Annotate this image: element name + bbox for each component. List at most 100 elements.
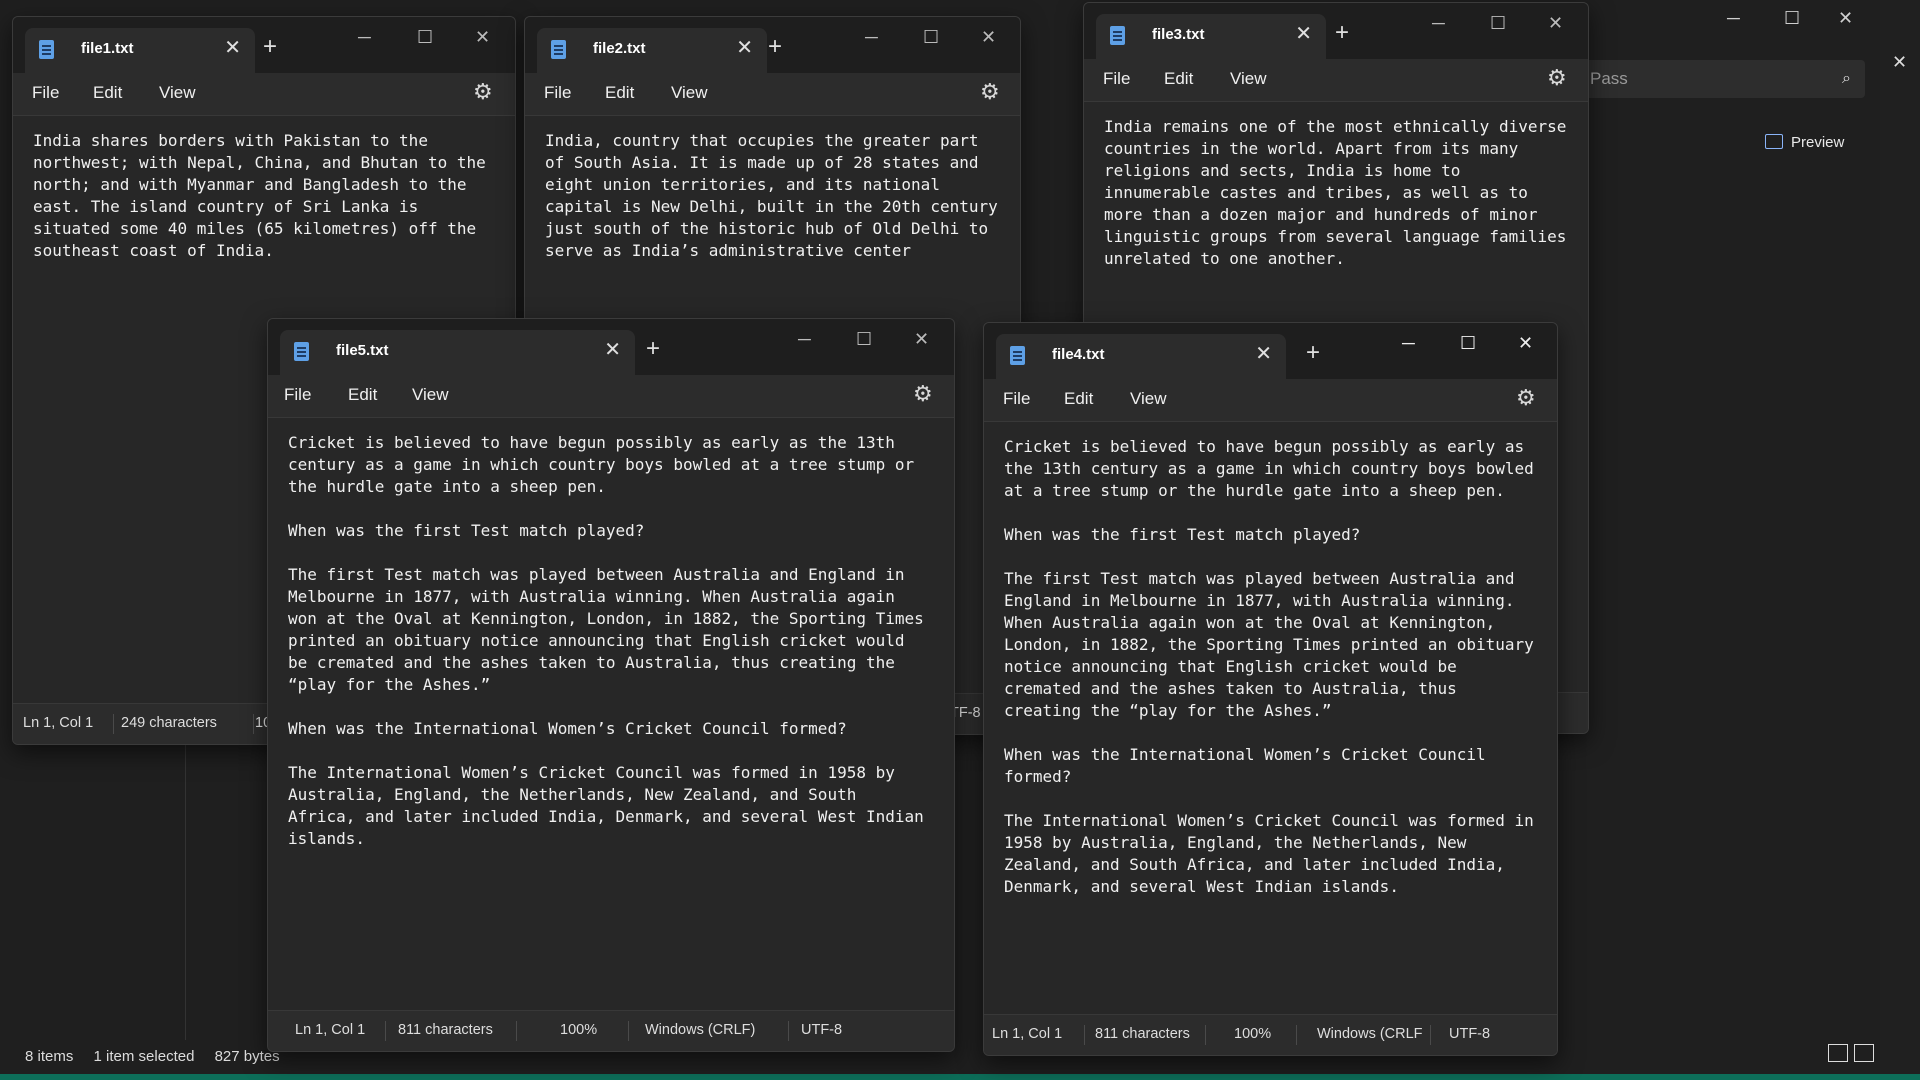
character-count: 249 characters — [121, 715, 217, 731]
encoding: UTF-8 — [1449, 1026, 1491, 1042]
menu-bar: File Edit View ⚙ — [984, 379, 1557, 421]
gear-icon[interactable]: ⚙ — [980, 79, 1000, 105]
menu-bar: File Edit View ⚙ — [1084, 59, 1588, 101]
close-tab-icon[interactable]: ✕ — [1255, 341, 1272, 366]
minimize-button[interactable]: ─ — [798, 329, 811, 350]
menu-edit[interactable]: Edit — [605, 83, 634, 103]
tab-title: file4.txt — [1052, 346, 1105, 363]
menu-file[interactable]: File — [284, 385, 311, 405]
document-text[interactable]: Cricket is believed to have begun possib… — [288, 432, 950, 850]
cursor-position: Ln 1, Col 1 — [295, 1022, 366, 1038]
status-divider — [1296, 1025, 1297, 1045]
line-ending: Windows (CRLF) — [645, 1022, 756, 1038]
new-tab-button[interactable]: + — [1335, 19, 1349, 47]
status-item-count: 8 items — [25, 1048, 74, 1065]
status-divider — [253, 714, 254, 734]
gear-icon[interactable]: ⚙ — [913, 381, 933, 407]
status-divider — [628, 1021, 629, 1041]
title-bar: file4.txt ✕ + ─ ☐ ✕ — [984, 323, 1557, 379]
notepad-icon — [39, 40, 54, 59]
preview-label: Preview — [1791, 134, 1845, 151]
tab-file3[interactable]: file3.txt ✕ — [1096, 14, 1326, 59]
menu-view[interactable]: View — [159, 83, 196, 103]
document-text[interactable]: Cricket is believed to have begun possib… — [1004, 436, 1553, 898]
tiles-view-icon[interactable] — [1854, 1044, 1874, 1062]
title-bar: file1.txt ✕ + ─ ☐ ✕ — [13, 17, 515, 73]
tab-title: file5.txt — [336, 342, 389, 359]
gear-icon[interactable]: ⚙ — [1547, 65, 1567, 91]
menu-view[interactable]: View — [671, 83, 708, 103]
maximize-button[interactable]: ☐ — [923, 27, 939, 48]
preview-pane-button[interactable]: Preview — [1765, 134, 1844, 151]
status-divider — [1205, 1025, 1206, 1045]
title-bar: file3.txt ✕ + ─ ☐ ✕ — [1084, 3, 1588, 59]
minimize-button[interactable]: ─ — [358, 27, 371, 48]
maximize-button[interactable]: ☐ — [1490, 13, 1506, 34]
zoom-level: 100% — [1234, 1026, 1272, 1042]
document-text[interactable]: India, country that occupies the greater… — [545, 130, 1016, 262]
close-icon[interactable]: ✕ — [1892, 52, 1907, 73]
menu-file[interactable]: File — [1003, 389, 1030, 409]
text-editor[interactable]: Cricket is believed to have begun possib… — [268, 417, 954, 1011]
maximize-button[interactable]: ☐ — [856, 329, 872, 350]
maximize-button[interactable]: ☐ — [417, 27, 433, 48]
menu-file[interactable]: File — [1103, 69, 1130, 89]
preview-icon — [1765, 134, 1783, 149]
new-tab-button[interactable]: + — [768, 33, 782, 61]
new-tab-button[interactable]: + — [1306, 339, 1320, 367]
tab-file4[interactable]: file4.txt ✕ — [996, 334, 1286, 379]
menu-edit[interactable]: Edit — [348, 385, 377, 405]
text-editor[interactable]: Cricket is believed to have begun possib… — [984, 421, 1557, 1015]
title-bar: file2.txt ✕ + ─ ☐ ✕ — [525, 17, 1020, 73]
tab-file2[interactable]: file2.txt ✕ — [537, 28, 767, 73]
menu-view[interactable]: View — [1130, 389, 1167, 409]
new-tab-button[interactable]: + — [263, 33, 277, 61]
menu-bar: File Edit View ⚙ — [13, 73, 515, 115]
encoding: UTF-8 — [801, 1022, 843, 1038]
document-text[interactable]: India remains one of the most ethnically… — [1104, 116, 1584, 270]
close-tab-icon[interactable]: ✕ — [224, 35, 241, 60]
menu-file[interactable]: File — [32, 83, 59, 103]
close-tab-icon[interactable]: ✕ — [736, 35, 753, 60]
menu-file[interactable]: File — [544, 83, 571, 103]
minimize-button[interactable]: ─ — [1402, 333, 1415, 354]
zoom-level: 100% — [560, 1022, 598, 1038]
explorer-close-button[interactable]: ✕ — [1838, 8, 1853, 29]
tab-file5[interactable]: file5.txt ✕ — [280, 330, 635, 375]
document-text[interactable]: India shares borders with Pakistan to th… — [33, 130, 511, 262]
new-tab-button[interactable]: + — [646, 335, 660, 363]
gear-icon[interactable]: ⚙ — [1516, 385, 1536, 411]
tab-title: file1.txt — [81, 40, 134, 57]
close-button[interactable]: ✕ — [475, 27, 490, 48]
menu-bar: File Edit View ⚙ — [525, 73, 1020, 115]
tab-file1[interactable]: file1.txt ✕ — [25, 28, 255, 73]
notepad-icon — [1110, 26, 1125, 45]
close-button[interactable]: ✕ — [981, 27, 996, 48]
close-tab-icon[interactable]: ✕ — [1295, 21, 1312, 46]
explorer-search-input[interactable]: Pass ⌕ — [1580, 60, 1865, 98]
menu-edit[interactable]: Edit — [1064, 389, 1093, 409]
gear-icon[interactable]: ⚙ — [473, 79, 493, 105]
notepad-icon — [294, 342, 309, 361]
menu-edit[interactable]: Edit — [93, 83, 122, 103]
menu-edit[interactable]: Edit — [1164, 69, 1193, 89]
menu-view[interactable]: View — [412, 385, 449, 405]
status-divider — [113, 714, 114, 734]
close-button[interactable]: ✕ — [914, 329, 929, 350]
explorer-maximize-button[interactable]: ☐ — [1784, 8, 1800, 29]
status-bar: Ln 1, Col 1 811 characters 100% Windows … — [984, 1014, 1557, 1055]
details-view-icon[interactable] — [1828, 1044, 1848, 1062]
close-button[interactable]: ✕ — [1548, 13, 1563, 34]
explorer-minimize-button[interactable]: ─ — [1727, 8, 1740, 29]
minimize-button[interactable]: ─ — [865, 27, 878, 48]
close-button[interactable]: ✕ — [1518, 333, 1533, 354]
search-icon[interactable]: ⌕ — [1842, 60, 1851, 98]
cursor-position: Ln 1, Col 1 — [23, 715, 94, 731]
tab-title: file2.txt — [593, 40, 646, 57]
status-divider — [1430, 1025, 1431, 1045]
menu-view[interactable]: View — [1230, 69, 1267, 89]
maximize-button[interactable]: ☐ — [1460, 333, 1476, 354]
close-tab-icon[interactable]: ✕ — [604, 337, 621, 362]
status-divider — [788, 1021, 789, 1041]
minimize-button[interactable]: ─ — [1432, 13, 1445, 34]
